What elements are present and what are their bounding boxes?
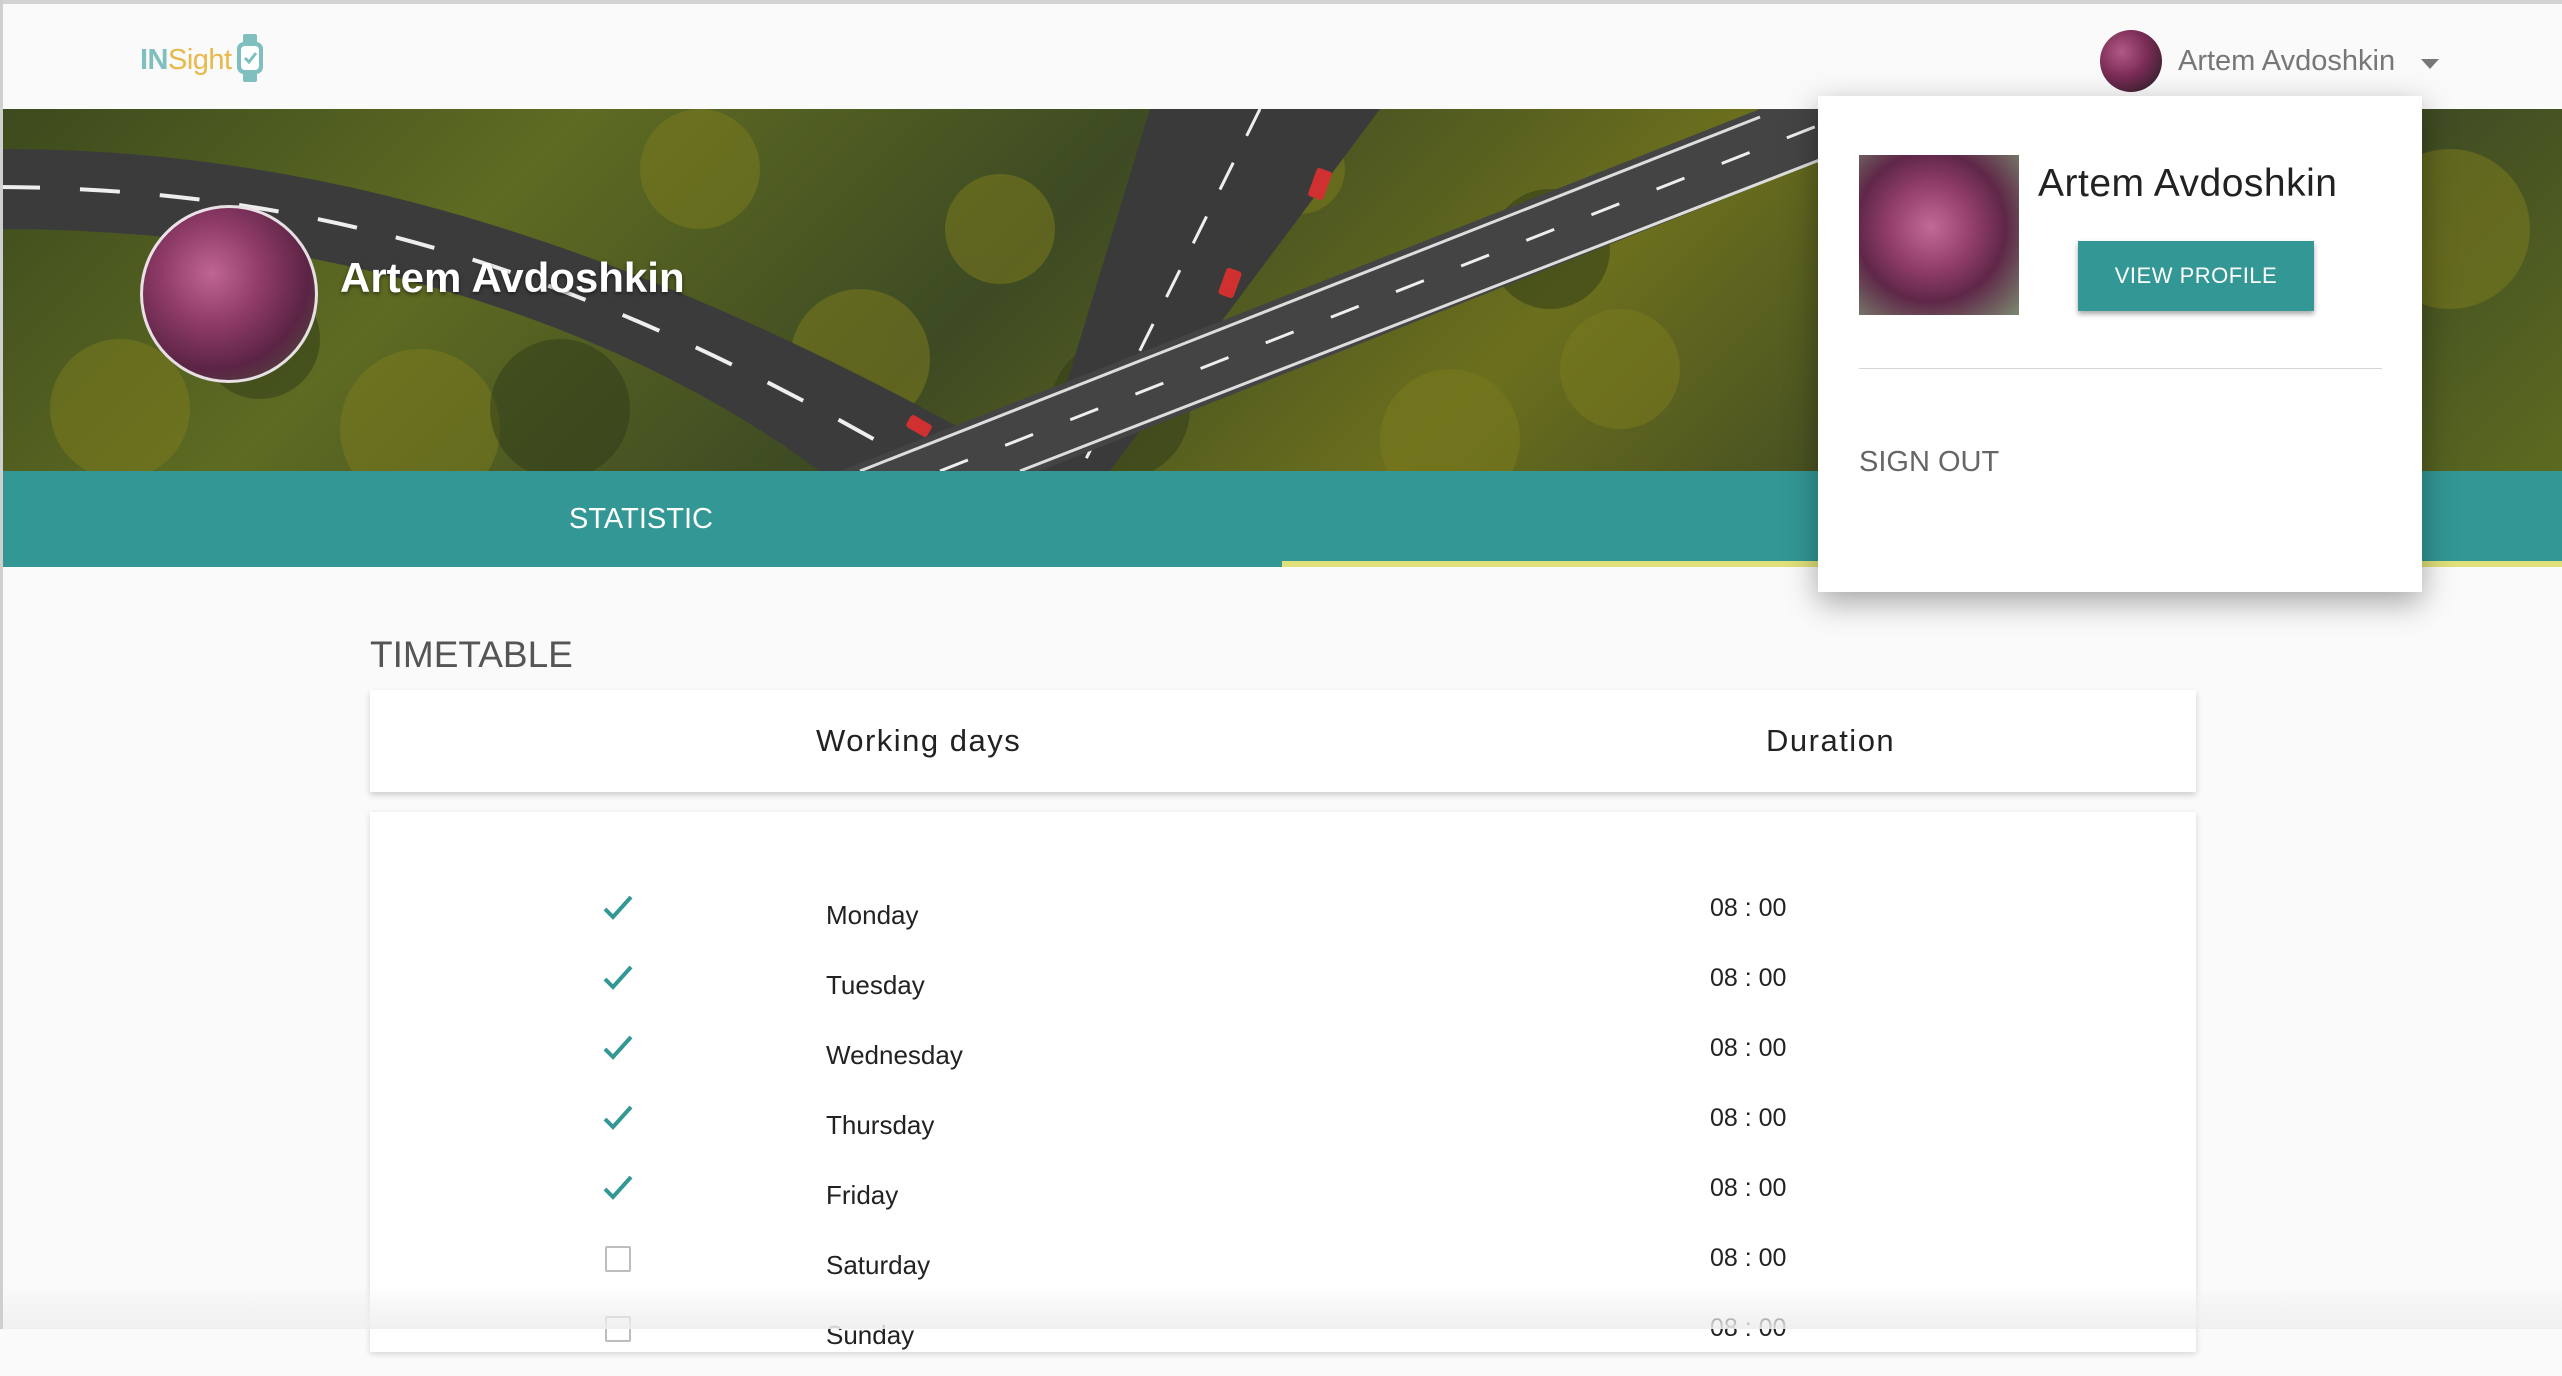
day-label: Saturday (826, 1250, 931, 1280)
avatar (2100, 30, 2162, 92)
dropdown-divider (1859, 368, 2382, 369)
table-row: Thursday 08 : 00 (370, 1096, 2196, 1166)
day-label: Tuesday (826, 970, 925, 1000)
user-dropdown-menu: Artem Avdoshkin VIEW PROFILE SIGN OUT (1818, 96, 2422, 592)
check-icon[interactable] (602, 1032, 634, 1064)
tab-statistic[interactable]: STATISTIC (0, 471, 1282, 567)
header-user-name: Artem Avdoshkin (2178, 44, 2396, 77)
check-icon[interactable] (602, 892, 634, 924)
view-profile-button[interactable]: VIEW PROFILE (2078, 241, 2314, 311)
day-label: Sunday (826, 1320, 915, 1350)
duration-value[interactable]: 08 : 00 (1710, 1104, 1786, 1133)
profile-avatar (140, 205, 318, 383)
top-app-bar: INSight Artem Avdoshkin (0, 4, 2562, 110)
check-icon[interactable] (602, 1172, 634, 1204)
column-header-working-days: Working days (816, 723, 1022, 758)
user-menu-toggle[interactable]: Artem Avdoshkin (2100, 30, 2440, 92)
duration-value[interactable]: 08 : 00 (1710, 1244, 1786, 1273)
day-label: Friday (826, 1180, 899, 1210)
duration-value[interactable]: 08 : 00 (1710, 1174, 1786, 1203)
logo-in-text: IN (140, 43, 169, 76)
unchecked-checkbox[interactable] (605, 1246, 631, 1272)
table-row: Monday 08 : 00 (370, 886, 2196, 956)
logo-sight-text: Sight (168, 43, 232, 76)
dropdown-user-name: Artem Avdoshkin (2038, 162, 2338, 205)
left-window-edge (0, 0, 3, 1329)
table-row: Saturday 08 : 00 (370, 1236, 2196, 1306)
dropdown-avatar (1859, 155, 2019, 315)
unchecked-checkbox[interactable] (605, 1316, 631, 1342)
table-row: Tuesday 08 : 00 (370, 956, 2196, 1026)
table-row: Sunday 08 : 00 (370, 1306, 2196, 1376)
timetable-body: Monday 08 : 00 Tuesday 08 : 00 Wednesday… (370, 812, 2196, 1352)
timetable-header: Working days Duration (370, 690, 2196, 792)
table-row: Wednesday 08 : 00 (370, 1026, 2196, 1096)
day-label: Monday (826, 900, 919, 930)
check-icon[interactable] (602, 1102, 634, 1134)
column-header-duration: Duration (1766, 723, 1896, 758)
duration-value[interactable]: 08 : 00 (1710, 1034, 1786, 1063)
caret-down-icon (2421, 59, 2440, 69)
watch-icon (236, 33, 264, 87)
day-label: Wednesday (826, 1040, 963, 1070)
duration-value[interactable]: 08 : 00 (1710, 964, 1786, 993)
sign-out-link[interactable]: SIGN OUT (1859, 446, 1999, 479)
profile-name: Artem Avdoshkin (340, 254, 685, 301)
duration-value[interactable]: 08 : 00 (1710, 894, 1786, 923)
app-logo[interactable]: INSight (140, 32, 264, 88)
day-label: Thursday (826, 1110, 935, 1140)
table-row: Friday 08 : 00 (370, 1166, 2196, 1236)
section-title: TIMETABLE (370, 634, 573, 675)
check-icon[interactable] (602, 962, 634, 994)
